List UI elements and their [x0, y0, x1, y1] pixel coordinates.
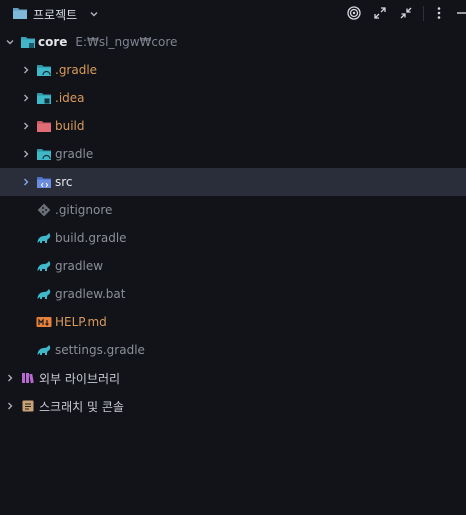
item-label: build.gradle [55, 231, 127, 245]
chevron-down-icon[interactable] [4, 36, 16, 48]
item-label: .idea [55, 91, 85, 105]
chevron-right-icon[interactable] [20, 120, 32, 132]
folder-gradle-icon [36, 62, 52, 78]
chevron-right-icon[interactable] [4, 400, 16, 412]
view-title: 프로젝트 [33, 8, 78, 22]
tree-item-build[interactable]: build [0, 112, 466, 140]
library-icon [20, 370, 36, 386]
item-label: gradlew.bat [55, 287, 126, 301]
gradle-elephant-icon [36, 230, 52, 246]
tree-item-build-gradle[interactable]: build.gradle [0, 224, 466, 252]
chevron-right-icon[interactable] [20, 92, 32, 104]
tree-item-help-md[interactable]: HELP.md [0, 308, 466, 336]
item-label: .gitignore [55, 203, 113, 217]
folder-src-icon [36, 174, 52, 190]
tree-item-dot-gradle[interactable]: .gradle [0, 56, 466, 84]
more-icon[interactable] [431, 5, 447, 21]
expand-icon[interactable] [372, 5, 388, 21]
item-label: 스크래치 및 콘솔 [39, 399, 124, 414]
tree-item-gradle[interactable]: gradle [0, 140, 466, 168]
chevron-right-icon[interactable] [20, 148, 32, 160]
markdown-icon [36, 314, 52, 330]
tree-item-gitignore[interactable]: .gitignore [0, 196, 466, 224]
minimize-icon[interactable] [454, 5, 466, 21]
gradle-elephant-icon [36, 342, 52, 358]
root-name: core [38, 35, 68, 49]
item-label: build [55, 119, 85, 133]
gradle-elephant-icon [36, 258, 52, 274]
tree-item-gradlew[interactable]: gradlew [0, 252, 466, 280]
tree-item-scratches[interactable]: 스크래치 및 콘솔 [0, 392, 466, 420]
tree-item-settings-gradle[interactable]: settings.gradle [0, 336, 466, 364]
project-tree: core E:₩sl_ngw₩core .gradle .idea build [0, 28, 466, 420]
tree-item-dot-idea[interactable]: .idea [0, 84, 466, 112]
folder-build-icon [36, 118, 52, 134]
collapse-icon[interactable] [398, 5, 414, 21]
chevron-right-icon[interactable] [20, 64, 32, 76]
item-label: gradle [55, 147, 94, 161]
item-label: src [55, 175, 73, 189]
gradle-elephant-icon [36, 286, 52, 302]
item-label: HELP.md [55, 315, 107, 329]
project-view-selector[interactable]: 프로젝트 [12, 6, 99, 23]
tree-item-external-libraries[interactable]: 외부 라이브러리 [0, 364, 466, 392]
tree-item-gradlew-bat[interactable]: gradlew.bat [0, 280, 466, 308]
chevron-right-icon[interactable] [20, 176, 32, 188]
item-label: gradlew [55, 259, 104, 273]
item-label: 외부 라이브러리 [39, 371, 121, 386]
git-icon [36, 202, 52, 218]
chevron-down-icon[interactable] [89, 8, 99, 22]
module-folder-icon [20, 34, 36, 50]
folder-gradle-icon [36, 146, 52, 162]
toolbar-separator [423, 6, 424, 21]
root-path: E:₩sl_ngw₩core [75, 35, 178, 49]
item-label: settings.gradle [55, 343, 145, 357]
folder-idea-icon [36, 90, 52, 106]
folder-icon [12, 6, 28, 23]
target-icon[interactable] [346, 5, 362, 21]
scratches-icon [20, 398, 36, 414]
tree-root-core[interactable]: core E:₩sl_ngw₩core [0, 28, 466, 56]
chevron-right-icon[interactable] [4, 372, 16, 384]
project-toolbar: 프로젝트 [0, 0, 466, 27]
tree-item-src[interactable]: src [0, 168, 466, 196]
item-label: .gradle [55, 63, 98, 77]
